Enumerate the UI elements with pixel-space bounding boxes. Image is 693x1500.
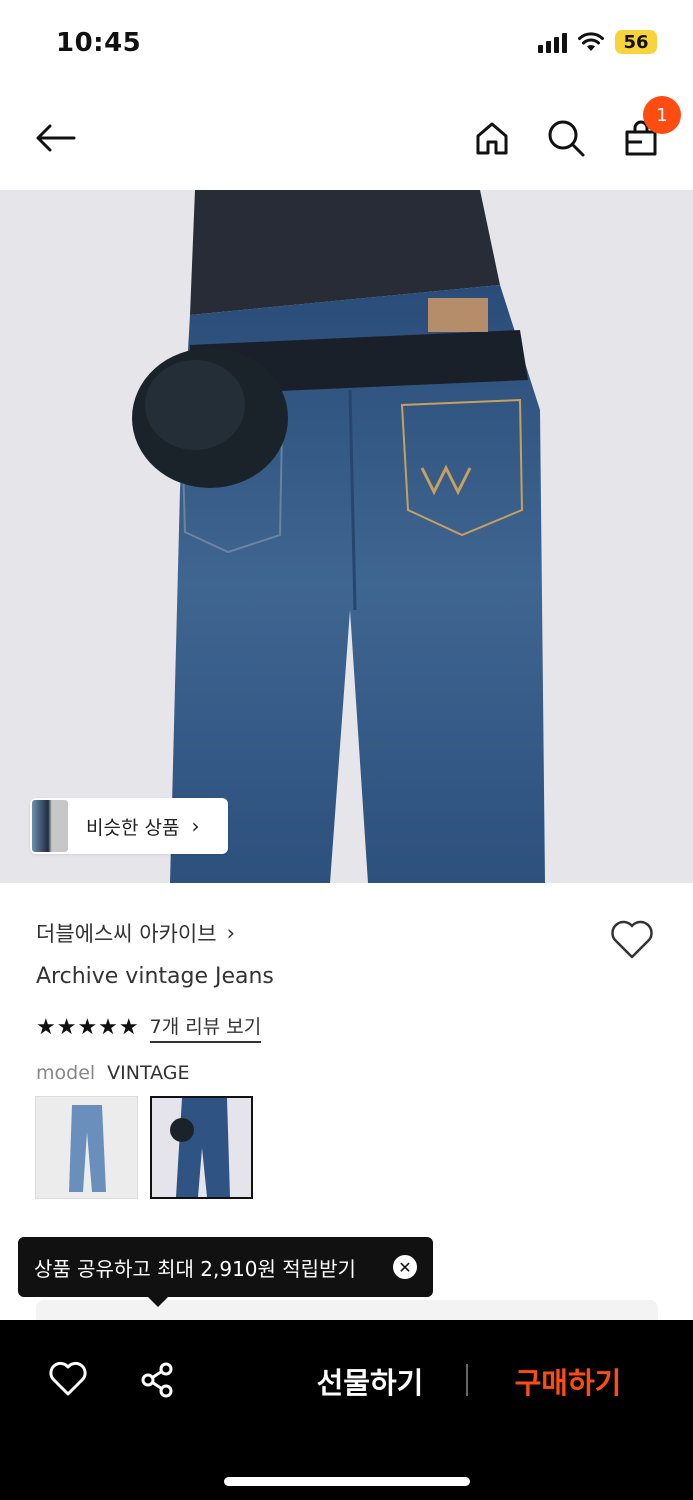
wishlist-button[interactable]: [609, 918, 655, 962]
search-icon: [548, 120, 585, 157]
chevron-right-icon: ›: [191, 814, 200, 838]
share-icon: [141, 1362, 173, 1398]
home-button[interactable]: [466, 112, 518, 164]
tooltip-arrow: [148, 1297, 168, 1307]
signal-icon: [538, 31, 567, 53]
similar-products-label: 비슷한 상품: [86, 816, 180, 839]
heart-icon: [49, 1361, 87, 1396]
content-strip: [36, 1300, 658, 1320]
share-reward-tooltip: 상품 공유하고 최대 2,910원 적립받기 ✕: [18, 1237, 433, 1307]
option-row: model VINTAGE: [36, 1062, 190, 1084]
back-button[interactable]: [30, 112, 82, 164]
bottom-wishlist-button[interactable]: [48, 1360, 88, 1400]
divider: [466, 1364, 468, 1396]
reviews-link[interactable]: 7개 리뷰 보기: [149, 1012, 262, 1043]
jeans-thumbnail: [152, 1098, 251, 1197]
buy-button[interactable]: 구매하기: [488, 1358, 648, 1404]
jeans-photo: [0, 190, 693, 883]
status-indicators: 56: [538, 30, 657, 54]
gift-button[interactable]: 선물하기: [290, 1358, 450, 1404]
close-icon[interactable]: ✕: [393, 1255, 417, 1279]
option-swatches: [35, 1096, 253, 1199]
tooltip-text: 상품 공유하고 최대 2,910원 적립받기: [34, 1256, 356, 1281]
bottom-action-bar: 선물하기 구매하기: [0, 1320, 693, 1500]
status-time: 10:45: [56, 28, 142, 58]
option-value: VINTAGE: [107, 1062, 190, 1084]
swatch-option-2[interactable]: [150, 1096, 253, 1199]
home-indicator[interactable]: [224, 1477, 470, 1486]
brand-name: 더블에스씨 아카이브: [36, 922, 217, 946]
top-nav: 1: [0, 88, 693, 190]
home-icon: [476, 122, 508, 155]
similar-product-thumbnail: [32, 800, 68, 852]
heart-icon: [611, 920, 653, 959]
search-button[interactable]: [540, 112, 592, 164]
option-label: model: [36, 1062, 96, 1084]
rating-row: ★★★★★ 7개 리뷰 보기: [36, 1012, 262, 1043]
similar-products-button[interactable]: 비슷한 상품 ›: [30, 798, 228, 854]
back-arrow-icon: [36, 124, 76, 152]
battery-indicator: 56: [615, 30, 657, 54]
wifi-icon: [578, 32, 604, 51]
cart-button[interactable]: 1: [615, 96, 681, 164]
brand-link[interactable]: 더블에스씨 아카이브 ›: [36, 918, 235, 948]
product-image[interactable]: 비슷한 상품 ›: [0, 190, 693, 883]
jeans-thumbnail: [36, 1097, 137, 1198]
share-button[interactable]: [138, 1360, 178, 1400]
chevron-right-icon: ›: [226, 921, 235, 945]
swatch-option-1[interactable]: [35, 1096, 138, 1199]
status-bar: 10:45 56: [0, 0, 693, 88]
product-name: Archive vintage Jeans: [36, 964, 274, 989]
cart-count-badge: 1: [643, 96, 681, 134]
star-rating: ★★★★★: [36, 1015, 140, 1040]
